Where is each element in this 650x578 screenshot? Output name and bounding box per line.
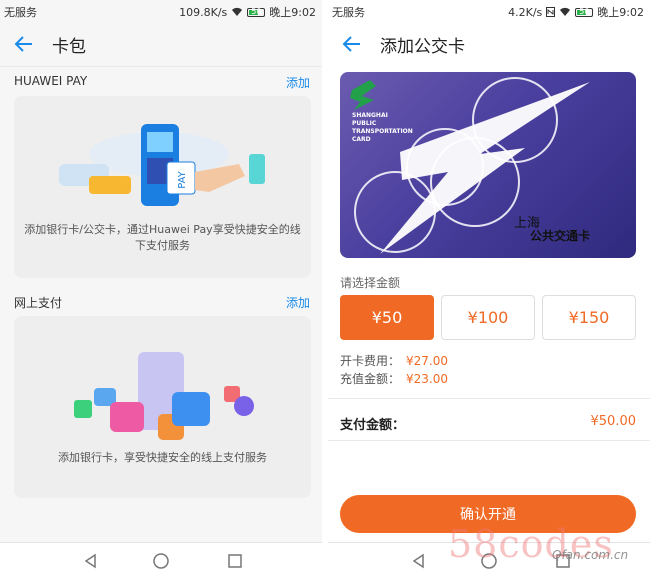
network-speed: 4.2K/s (508, 5, 543, 19)
wifi-icon (560, 7, 571, 17)
open-fee-label: 开卡费用： (340, 354, 401, 368)
add-huawei-pay-link[interactable]: 添加 (286, 74, 310, 91)
network-speed: 109.8K/s (179, 5, 228, 19)
wifi-icon (232, 7, 243, 17)
online-pay-label: 网上支付 (14, 296, 63, 310)
shanghai-transit-card-image: SHANGHAI PUBLIC TRANSPORTATION CARD 上海 公… (340, 72, 636, 258)
svg-text:PAY: PAY (177, 170, 188, 188)
clock-text: 晚上9:02 (269, 6, 316, 19)
pay-amount-label: 支付金额： (340, 418, 406, 433)
online-payment-illustration (74, 352, 254, 440)
amount-option-50[interactable]: ¥50 (340, 295, 434, 340)
open-fee-value: ¥27.00 (406, 354, 449, 368)
recharge-fee-row: 充值金额： ¥23.00 (340, 370, 448, 387)
transit-card-art (350, 77, 590, 254)
wallet-screen: 无服务 109.8K/s 50 晚上9:02 卡包 HUAWEI PAY 添加 … (0, 0, 322, 578)
clock-text: 晚上9:02 (597, 6, 644, 19)
amount-label: 请选择金额 (340, 276, 401, 290)
add-transit-card-screen: 无服务 4.2K/s 50 晚上9:02 添加公交卡 SHANGHAI PUBL… (328, 0, 650, 578)
open-fee-row: 开卡费用： ¥27.00 (340, 352, 448, 369)
nav-back-icon[interactable] (410, 552, 428, 570)
page-title: 卡包 (52, 36, 86, 57)
divider (328, 398, 650, 399)
nfc-icon (546, 7, 556, 17)
recharge-value: ¥23.00 (406, 372, 449, 386)
online-pay-card[interactable]: 添加银行卡，享受快捷安全的线上支付服务 (14, 316, 311, 498)
card-english-name: SHANGHAI PUBLIC TRANSPORTATION CARD (352, 112, 413, 143)
carrier-text: 无服务 (332, 6, 365, 19)
nav-home-icon[interactable] (152, 552, 170, 570)
carrier-text: 无服务 (4, 6, 37, 19)
card-name-cn: 公共交通卡 (530, 229, 591, 243)
add-online-pay-link[interactable]: 添加 (286, 294, 310, 311)
status-bar: 无服务 109.8K/s 50 晚上9:02 (0, 0, 322, 22)
back-arrow-icon[interactable] (340, 32, 364, 56)
nfc-payment-illustration: PAY (59, 124, 265, 206)
divider (328, 440, 650, 441)
watermark-small: Qfan.com.cn (552, 548, 629, 562)
status-bar: 无服务 4.2K/s 50 晚上9:02 (328, 0, 650, 22)
huawei-pay-description: 添加银行卡/公交卡，通过Huawei Pay享受快捷安全的线下支付服务 (24, 223, 301, 252)
page-title: 添加公交卡 (380, 36, 465, 57)
back-arrow-icon[interactable] (12, 32, 36, 56)
amount-option-100[interactable]: ¥100 (441, 295, 535, 340)
title-bar: 卡包 (0, 22, 322, 66)
recharge-label: 充值金额： (340, 372, 401, 386)
huawei-pay-card[interactable]: PAY 添加银行卡/公交卡，通过Huawei Pay享受快捷安全的线下支付服务 (14, 96, 311, 278)
battery-icon: 50 (575, 7, 594, 17)
battery-icon: 50 (247, 7, 266, 17)
nav-back-icon[interactable] (82, 552, 100, 570)
online-pay-description: 添加银行卡，享受快捷安全的线上支付服务 (58, 451, 267, 464)
title-bar: 添加公交卡 (328, 22, 650, 66)
huawei-pay-label: HUAWEI PAY (14, 74, 88, 88)
nav-bar (0, 542, 322, 578)
pay-amount-value: ¥50.00 (590, 414, 637, 429)
divider (0, 66, 322, 67)
nav-recents-icon[interactable] (226, 552, 244, 570)
amount-option-150[interactable]: ¥150 (542, 295, 636, 340)
